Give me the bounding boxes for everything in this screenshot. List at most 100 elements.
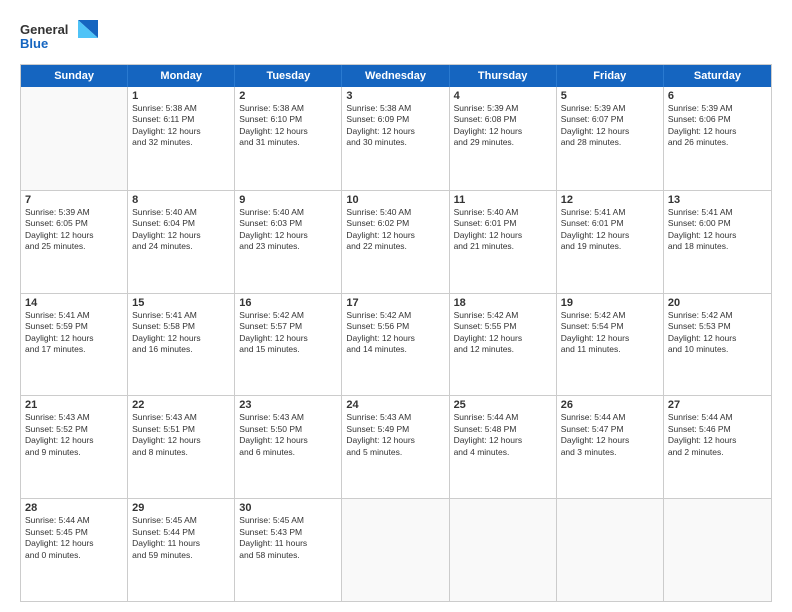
calendar-day-22: 22Sunrise: 5:43 AM Sunset: 5:51 PM Dayli… xyxy=(128,396,235,498)
day-info: Sunrise: 5:44 AM Sunset: 5:45 PM Dayligh… xyxy=(25,515,123,561)
day-number: 22 xyxy=(132,399,230,411)
page-header: General Blue xyxy=(20,18,772,56)
day-number: 3 xyxy=(346,90,444,102)
day-number: 26 xyxy=(561,399,659,411)
day-info: Sunrise: 5:43 AM Sunset: 5:49 PM Dayligh… xyxy=(346,412,444,458)
day-number: 25 xyxy=(454,399,552,411)
day-info: Sunrise: 5:41 AM Sunset: 6:01 PM Dayligh… xyxy=(561,207,659,253)
calendar: SundayMondayTuesdayWednesdayThursdayFrid… xyxy=(20,64,772,602)
day-info: Sunrise: 5:39 AM Sunset: 6:06 PM Dayligh… xyxy=(668,103,767,149)
calendar-day-28: 28Sunrise: 5:44 AM Sunset: 5:45 PM Dayli… xyxy=(21,499,128,601)
calendar-week-5: 28Sunrise: 5:44 AM Sunset: 5:45 PM Dayli… xyxy=(21,498,771,601)
day-info: Sunrise: 5:40 AM Sunset: 6:02 PM Dayligh… xyxy=(346,207,444,253)
day-info: Sunrise: 5:45 AM Sunset: 5:43 PM Dayligh… xyxy=(239,515,337,561)
calendar-day-26: 26Sunrise: 5:44 AM Sunset: 5:47 PM Dayli… xyxy=(557,396,664,498)
calendar-week-1: 1Sunrise: 5:38 AM Sunset: 6:11 PM Daylig… xyxy=(21,87,771,190)
day-number: 1 xyxy=(132,90,230,102)
weekday-header-tuesday: Tuesday xyxy=(235,65,342,87)
day-info: Sunrise: 5:42 AM Sunset: 5:54 PM Dayligh… xyxy=(561,310,659,356)
calendar-day-1: 1Sunrise: 5:38 AM Sunset: 6:11 PM Daylig… xyxy=(128,87,235,190)
day-number: 7 xyxy=(25,194,123,206)
calendar-empty-cell xyxy=(664,499,771,601)
logo-svg: General Blue xyxy=(20,18,100,56)
day-number: 4 xyxy=(454,90,552,102)
calendar-day-12: 12Sunrise: 5:41 AM Sunset: 6:01 PM Dayli… xyxy=(557,191,664,293)
day-info: Sunrise: 5:44 AM Sunset: 5:47 PM Dayligh… xyxy=(561,412,659,458)
day-number: 6 xyxy=(668,90,767,102)
day-number: 19 xyxy=(561,297,659,309)
calendar-day-7: 7Sunrise: 5:39 AM Sunset: 6:05 PM Daylig… xyxy=(21,191,128,293)
calendar-week-3: 14Sunrise: 5:41 AM Sunset: 5:59 PM Dayli… xyxy=(21,293,771,396)
day-info: Sunrise: 5:40 AM Sunset: 6:03 PM Dayligh… xyxy=(239,207,337,253)
calendar-day-13: 13Sunrise: 5:41 AM Sunset: 6:00 PM Dayli… xyxy=(664,191,771,293)
day-info: Sunrise: 5:38 AM Sunset: 6:09 PM Dayligh… xyxy=(346,103,444,149)
calendar-day-29: 29Sunrise: 5:45 AM Sunset: 5:44 PM Dayli… xyxy=(128,499,235,601)
day-info: Sunrise: 5:41 AM Sunset: 5:59 PM Dayligh… xyxy=(25,310,123,356)
day-number: 21 xyxy=(25,399,123,411)
day-info: Sunrise: 5:39 AM Sunset: 6:05 PM Dayligh… xyxy=(25,207,123,253)
day-number: 12 xyxy=(561,194,659,206)
day-info: Sunrise: 5:41 AM Sunset: 5:58 PM Dayligh… xyxy=(132,310,230,356)
calendar-day-6: 6Sunrise: 5:39 AM Sunset: 6:06 PM Daylig… xyxy=(664,87,771,190)
calendar-empty-cell xyxy=(557,499,664,601)
day-info: Sunrise: 5:42 AM Sunset: 5:53 PM Dayligh… xyxy=(668,310,767,356)
day-info: Sunrise: 5:40 AM Sunset: 6:01 PM Dayligh… xyxy=(454,207,552,253)
day-number: 20 xyxy=(668,297,767,309)
calendar-day-5: 5Sunrise: 5:39 AM Sunset: 6:07 PM Daylig… xyxy=(557,87,664,190)
calendar-day-27: 27Sunrise: 5:44 AM Sunset: 5:46 PM Dayli… xyxy=(664,396,771,498)
calendar-day-17: 17Sunrise: 5:42 AM Sunset: 5:56 PM Dayli… xyxy=(342,294,449,396)
calendar-week-2: 7Sunrise: 5:39 AM Sunset: 6:05 PM Daylig… xyxy=(21,190,771,293)
day-number: 11 xyxy=(454,194,552,206)
day-info: Sunrise: 5:45 AM Sunset: 5:44 PM Dayligh… xyxy=(132,515,230,561)
day-info: Sunrise: 5:42 AM Sunset: 5:57 PM Dayligh… xyxy=(239,310,337,356)
svg-text:Blue: Blue xyxy=(20,36,48,51)
weekday-header-friday: Friday xyxy=(557,65,664,87)
calendar-day-19: 19Sunrise: 5:42 AM Sunset: 5:54 PM Dayli… xyxy=(557,294,664,396)
calendar-day-16: 16Sunrise: 5:42 AM Sunset: 5:57 PM Dayli… xyxy=(235,294,342,396)
day-number: 23 xyxy=(239,399,337,411)
day-info: Sunrise: 5:42 AM Sunset: 5:55 PM Dayligh… xyxy=(454,310,552,356)
calendar-day-30: 30Sunrise: 5:45 AM Sunset: 5:43 PM Dayli… xyxy=(235,499,342,601)
weekday-header-monday: Monday xyxy=(128,65,235,87)
day-info: Sunrise: 5:44 AM Sunset: 5:48 PM Dayligh… xyxy=(454,412,552,458)
day-number: 17 xyxy=(346,297,444,309)
logo: General Blue xyxy=(20,18,100,56)
weekday-header-wednesday: Wednesday xyxy=(342,65,449,87)
day-number: 8 xyxy=(132,194,230,206)
calendar-day-4: 4Sunrise: 5:39 AM Sunset: 6:08 PM Daylig… xyxy=(450,87,557,190)
day-info: Sunrise: 5:38 AM Sunset: 6:11 PM Dayligh… xyxy=(132,103,230,149)
day-info: Sunrise: 5:44 AM Sunset: 5:46 PM Dayligh… xyxy=(668,412,767,458)
day-number: 5 xyxy=(561,90,659,102)
day-number: 10 xyxy=(346,194,444,206)
calendar-day-20: 20Sunrise: 5:42 AM Sunset: 5:53 PM Dayli… xyxy=(664,294,771,396)
day-number: 14 xyxy=(25,297,123,309)
day-info: Sunrise: 5:43 AM Sunset: 5:51 PM Dayligh… xyxy=(132,412,230,458)
calendar-body: 1Sunrise: 5:38 AM Sunset: 6:11 PM Daylig… xyxy=(21,87,771,601)
day-info: Sunrise: 5:38 AM Sunset: 6:10 PM Dayligh… xyxy=(239,103,337,149)
day-info: Sunrise: 5:40 AM Sunset: 6:04 PM Dayligh… xyxy=(132,207,230,253)
day-number: 2 xyxy=(239,90,337,102)
day-number: 27 xyxy=(668,399,767,411)
day-number: 28 xyxy=(25,502,123,514)
day-number: 18 xyxy=(454,297,552,309)
calendar-empty-cell xyxy=(342,499,449,601)
calendar-day-25: 25Sunrise: 5:44 AM Sunset: 5:48 PM Dayli… xyxy=(450,396,557,498)
day-number: 9 xyxy=(239,194,337,206)
calendar-day-3: 3Sunrise: 5:38 AM Sunset: 6:09 PM Daylig… xyxy=(342,87,449,190)
calendar-empty-cell xyxy=(450,499,557,601)
day-info: Sunrise: 5:41 AM Sunset: 6:00 PM Dayligh… xyxy=(668,207,767,253)
day-info: Sunrise: 5:39 AM Sunset: 6:08 PM Dayligh… xyxy=(454,103,552,149)
day-number: 24 xyxy=(346,399,444,411)
day-number: 16 xyxy=(239,297,337,309)
day-info: Sunrise: 5:42 AM Sunset: 5:56 PM Dayligh… xyxy=(346,310,444,356)
day-info: Sunrise: 5:43 AM Sunset: 5:52 PM Dayligh… xyxy=(25,412,123,458)
day-number: 29 xyxy=(132,502,230,514)
weekday-header-thursday: Thursday xyxy=(450,65,557,87)
weekday-header-sunday: Sunday xyxy=(21,65,128,87)
calendar-day-23: 23Sunrise: 5:43 AM Sunset: 5:50 PM Dayli… xyxy=(235,396,342,498)
weekday-header-saturday: Saturday xyxy=(664,65,771,87)
day-info: Sunrise: 5:43 AM Sunset: 5:50 PM Dayligh… xyxy=(239,412,337,458)
day-number: 13 xyxy=(668,194,767,206)
calendar-empty-cell xyxy=(21,87,128,190)
calendar-header: SundayMondayTuesdayWednesdayThursdayFrid… xyxy=(21,65,771,87)
